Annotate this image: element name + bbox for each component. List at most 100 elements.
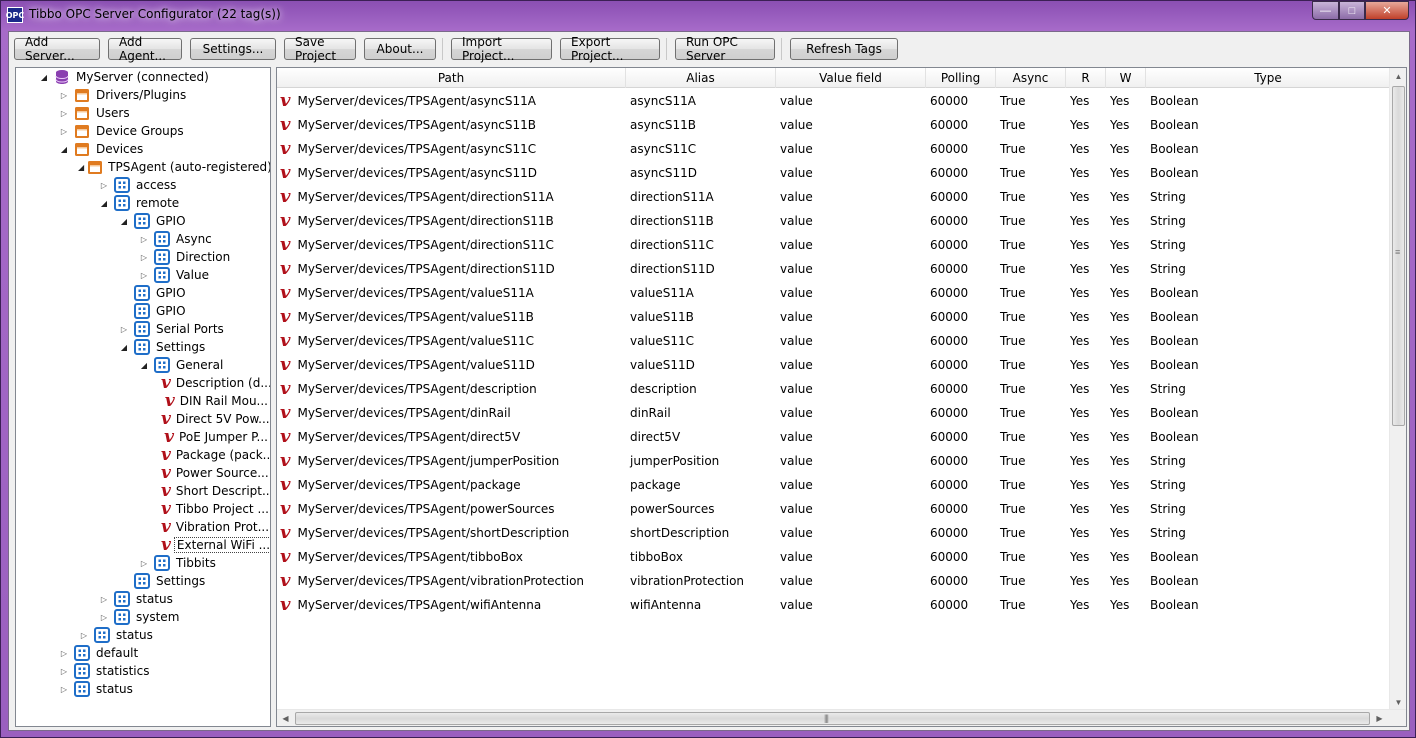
cell-async[interactable]: True [996,118,1066,132]
tree-item[interactable]: v Power Source... [16,464,270,482]
cell-alias[interactable]: asyncS11D [626,166,776,180]
cell-r[interactable]: Yes [1066,262,1106,276]
cell-w[interactable]: Yes [1106,142,1146,156]
tree-item[interactable]: v External WiFi ... [16,536,270,554]
cell-type[interactable]: String [1146,478,1390,492]
cell-alias[interactable]: valueS11C [626,334,776,348]
cell-path[interactable]: v MyServer/devices/TPSAgent/asyncS11B [277,117,626,133]
cell-w[interactable]: Yes [1106,310,1146,324]
expand-arrow-icon[interactable]: ▷ [118,323,130,335]
cell-r[interactable]: Yes [1066,118,1106,132]
collapse-arrow-icon[interactable]: ◢ [118,215,130,227]
cell-path[interactable]: v MyServer/devices/TPSAgent/valueS11D [277,357,626,373]
tree-item[interactable]: ▷ Users [16,104,270,122]
tree-item[interactable]: v Short Descript... [16,482,270,500]
cell-w[interactable]: Yes [1106,526,1146,540]
cell-alias[interactable]: asyncS11B [626,118,776,132]
tag-grid[interactable]: Path Alias Value field Polling Async R W… [276,67,1407,727]
cell-value-field[interactable]: value [776,142,926,156]
table-row[interactable]: v MyServer/devices/TPSAgent/shortDescript… [277,521,1390,545]
cell-polling[interactable]: 60000 [926,262,996,276]
cell-r[interactable]: Yes [1066,478,1106,492]
cell-polling[interactable]: 60000 [926,238,996,252]
cell-async[interactable]: True [996,286,1066,300]
cell-polling[interactable]: 60000 [926,478,996,492]
cell-path[interactable]: v MyServer/devices/TPSAgent/wifiAntenna [277,597,626,613]
tree-item[interactable]: v DIN Rail Mou... [16,392,270,410]
expand-arrow-icon[interactable]: ▷ [58,683,70,695]
cell-alias[interactable]: package [626,478,776,492]
cell-alias[interactable]: asyncS11C [626,142,776,156]
expand-arrow-icon[interactable]: ▷ [58,647,70,659]
cell-alias[interactable]: valueS11A [626,286,776,300]
cell-path[interactable]: v MyServer/devices/TPSAgent/directionS11C [277,237,626,253]
cell-value-field[interactable]: value [776,286,926,300]
export-project-button[interactable]: Export Project... [560,35,660,63]
table-row[interactable]: v MyServer/devices/TPSAgent/asyncS11D asyn… [277,161,1390,185]
expand-arrow-icon[interactable]: ▷ [98,611,110,623]
tree-item[interactable]: ◢ Devices [16,140,270,158]
table-row[interactable]: v MyServer/devices/TPSAgent/jumperPositio… [277,449,1390,473]
table-row[interactable]: v MyServer/devices/TPSAgent/directionS11A… [277,185,1390,209]
cell-path[interactable]: v MyServer/devices/TPSAgent/valueS11B [277,309,626,325]
collapse-arrow-icon[interactable]: ◢ [58,143,70,155]
tree-item[interactable]: ▷ Drivers/Plugins [16,86,270,104]
cell-async[interactable]: True [996,430,1066,444]
column-header-w[interactable]: W [1106,68,1146,88]
cell-w[interactable]: Yes [1106,118,1146,132]
cell-async[interactable]: True [996,358,1066,372]
tree-item[interactable]: v PoE Jumper P... [16,428,270,446]
cell-async[interactable]: True [996,550,1066,564]
cell-r[interactable]: Yes [1066,286,1106,300]
cell-path[interactable]: v MyServer/devices/TPSAgent/valueS11A [277,285,626,301]
cell-async[interactable]: True [996,502,1066,516]
cell-async[interactable]: True [996,406,1066,420]
cell-alias[interactable]: valueS11D [626,358,776,372]
cell-type[interactable]: String [1146,190,1390,204]
table-row[interactable]: v MyServer/devices/TPSAgent/tibboBox tibbo… [277,545,1390,569]
cell-w[interactable]: Yes [1106,502,1146,516]
cell-r[interactable]: Yes [1066,334,1106,348]
title-bar[interactable]: OPC Tibbo OPC Server Configurator (22 ta… [1,1,1415,31]
cell-value-field[interactable]: value [776,94,926,108]
cell-type[interactable]: String [1146,214,1390,228]
table-row[interactable]: v MyServer/devices/TPSAgent/powerSources p… [277,497,1390,521]
cell-r[interactable]: Yes [1066,238,1106,252]
cell-async[interactable]: True [996,382,1066,396]
cell-alias[interactable]: vibrationProtection [626,574,776,588]
cell-type[interactable]: Boolean [1146,406,1390,420]
cell-type[interactable]: String [1146,502,1390,516]
cell-r[interactable]: Yes [1066,214,1106,228]
cell-value-field[interactable]: value [776,478,926,492]
tree-item[interactable]: v Description (d... [16,374,270,392]
cell-polling[interactable]: 60000 [926,406,996,420]
scroll-up-button[interactable]: ▲ [1390,68,1406,85]
cell-type[interactable]: Boolean [1146,358,1390,372]
tree-item[interactable]: ▷ status [16,590,270,608]
cell-w[interactable]: Yes [1106,286,1146,300]
tree-item[interactable]: ▷ system [16,608,270,626]
column-header-value-field[interactable]: Value field [776,68,926,88]
cell-value-field[interactable]: value [776,430,926,444]
cell-value-field[interactable]: value [776,502,926,516]
cell-type[interactable]: Boolean [1146,574,1390,588]
add-agent-button[interactable]: Add Agent... [108,35,182,63]
cell-value-field[interactable]: value [776,382,926,396]
cell-async[interactable]: True [996,262,1066,276]
table-row[interactable]: v MyServer/devices/TPSAgent/valueS11C valu… [277,329,1390,353]
tree-item[interactable]: ▷ Value [16,266,270,284]
column-header-path[interactable]: Path [277,68,626,88]
cell-async[interactable]: True [996,190,1066,204]
cell-path[interactable]: v MyServer/devices/TPSAgent/tibboBox [277,549,626,565]
cell-r[interactable]: Yes [1066,310,1106,324]
cell-r[interactable]: Yes [1066,598,1106,612]
cell-type[interactable]: String [1146,526,1390,540]
table-row[interactable]: v MyServer/devices/TPSAgent/asyncS11B asyn… [277,113,1390,137]
tree-item[interactable]: v Package (pack... [16,446,270,464]
cell-r[interactable]: Yes [1066,574,1106,588]
cell-async[interactable]: True [996,238,1066,252]
tree-item[interactable]: ◢ TPSAgent (auto-registered) [16,158,270,176]
expand-arrow-icon[interactable]: ▷ [58,665,70,677]
cell-path[interactable]: v MyServer/devices/TPSAgent/package [277,477,626,493]
expand-arrow-icon[interactable]: ▷ [98,179,110,191]
